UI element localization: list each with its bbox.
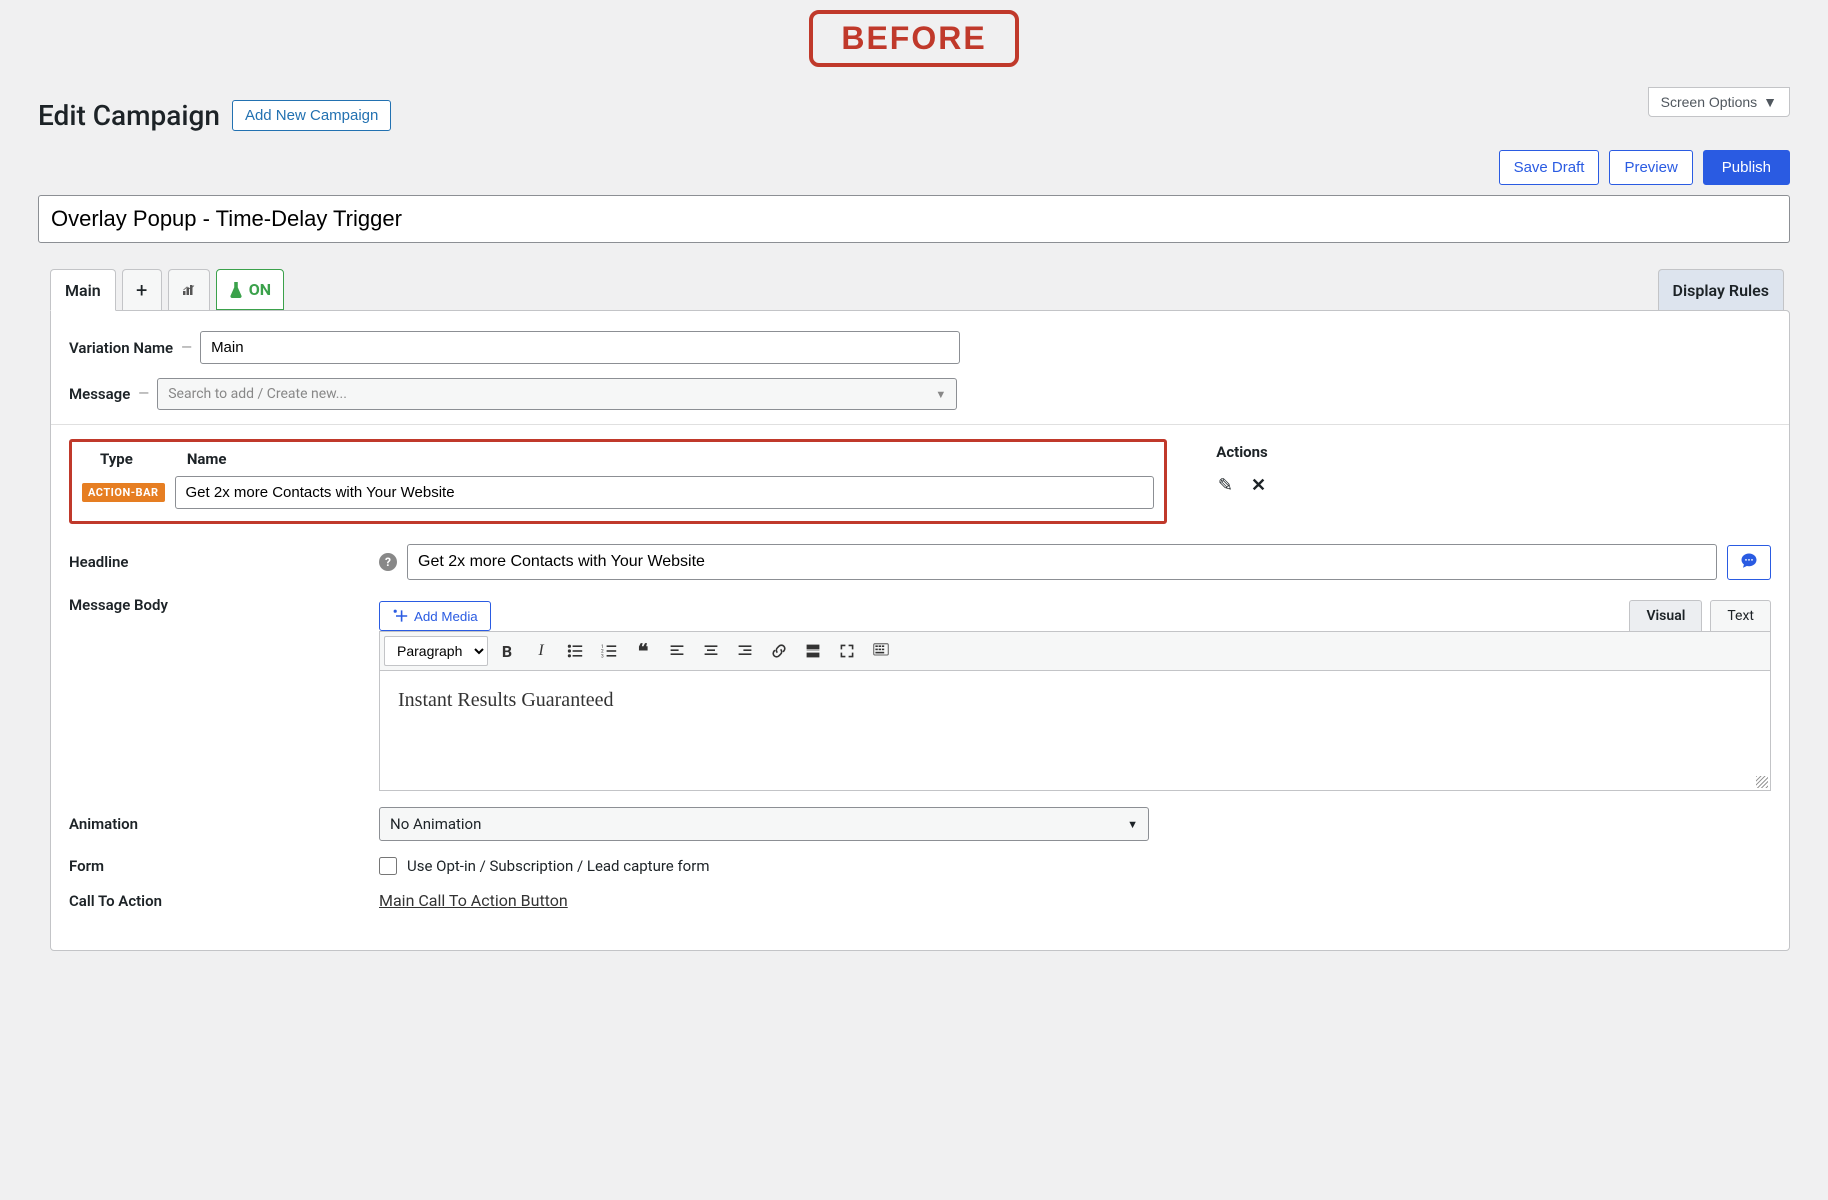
editor-text: Instant Results Guaranteed — [398, 689, 614, 711]
fullscreen-icon — [839, 643, 855, 659]
dash-separator: — — [138, 386, 149, 402]
edit-icon[interactable]: ✎ — [1218, 475, 1233, 496]
message-placeholder: Search to add / Create new... — [168, 386, 347, 402]
toolbar-toggle-icon — [872, 643, 890, 659]
save-draft-button[interactable]: Save Draft — [1499, 150, 1600, 185]
editor-tab-visual[interactable]: Visual — [1629, 600, 1702, 631]
tab-add-variation[interactable]: + — [122, 269, 162, 310]
action-bar-badge: ACTION-BAR — [82, 483, 165, 502]
tab-ab-testing[interactable]: ON — [216, 269, 284, 310]
publish-button[interactable]: Publish — [1703, 150, 1790, 185]
svg-text:3: 3 — [601, 653, 604, 659]
preview-button[interactable]: Preview — [1609, 150, 1692, 185]
link-icon — [771, 643, 787, 659]
tab-main[interactable]: Main — [50, 269, 116, 311]
cta-link[interactable]: Main Call To Action Button — [379, 891, 1771, 910]
italic-button[interactable]: I — [526, 636, 556, 666]
chat-bubble-button[interactable] — [1727, 545, 1771, 580]
ab-toggle-label: ON — [249, 280, 271, 299]
message-search-select[interactable]: Search to add / Create new... ▼ — [157, 378, 957, 410]
link-button[interactable] — [764, 636, 794, 666]
actions-column-heading: Actions — [1197, 443, 1287, 461]
optin-checkbox-label: Use Opt-in / Subscription / Lead capture… — [407, 857, 709, 875]
editor-content-area[interactable]: Instant Results Guaranteed — [379, 671, 1771, 791]
bullet-list-icon — [567, 643, 583, 659]
tab-display-rules[interactable]: Display Rules — [1658, 269, 1784, 310]
content-panel: Variation Name — Message — Search to add… — [50, 310, 1790, 951]
screen-options-label: Screen Options — [1661, 94, 1758, 110]
animation-label: Animation — [69, 815, 369, 833]
numbered-list-button[interactable]: 123 — [594, 636, 624, 666]
fullscreen-button[interactable] — [832, 636, 862, 666]
align-left-icon — [669, 643, 685, 659]
headline-input[interactable] — [407, 544, 1717, 580]
tab-analytics[interactable] — [168, 269, 210, 310]
add-new-campaign-button[interactable]: Add New Campaign — [232, 100, 391, 131]
align-left-button[interactable] — [662, 636, 692, 666]
message-name-input[interactable] — [175, 476, 1154, 509]
page-title: Edit Campaign — [38, 99, 220, 132]
bold-button[interactable]: B — [492, 636, 522, 666]
flask-icon — [229, 282, 243, 298]
animation-select[interactable]: No Animation ▼ — [379, 807, 1149, 841]
resize-grip-icon[interactable] — [1756, 776, 1768, 788]
before-stamp: BEFORE — [809, 10, 1018, 67]
align-center-icon — [703, 643, 719, 659]
help-icon[interactable]: ? — [379, 553, 397, 571]
caret-down-icon: ▼ — [1127, 818, 1138, 831]
delete-icon[interactable]: ✕ — [1251, 475, 1266, 496]
animation-value: No Animation — [390, 815, 481, 833]
chat-bubble-icon — [1740, 552, 1758, 570]
add-media-label: Add Media — [414, 609, 478, 624]
campaign-title-input[interactable] — [38, 195, 1790, 243]
form-label: Form — [69, 857, 369, 875]
editor-toolbar: Paragraph B I 123 ❝ — [379, 631, 1771, 671]
cta-label: Call To Action — [69, 892, 369, 910]
message-label: Message — [69, 385, 130, 403]
optin-checkbox[interactable] — [379, 857, 397, 875]
screen-options-button[interactable]: Screen Options ▼ — [1648, 87, 1790, 117]
dash-separator: — — [181, 340, 192, 356]
toolbar-toggle-button[interactable] — [866, 636, 896, 666]
align-center-button[interactable] — [696, 636, 726, 666]
name-column-heading: Name — [187, 450, 227, 468]
variation-name-label: Variation Name — [69, 339, 173, 357]
plus-icon: + — [136, 278, 147, 302]
stamp-banner: BEFORE — [0, 0, 1828, 81]
caret-down-icon: ▼ — [1763, 94, 1777, 110]
read-more-icon — [805, 643, 821, 659]
message-body-label: Message Body — [69, 596, 369, 614]
media-icon — [392, 608, 408, 624]
caret-down-icon: ▼ — [935, 388, 946, 401]
chart-icon — [183, 281, 195, 299]
align-right-button[interactable] — [730, 636, 760, 666]
bullet-list-button[interactable] — [560, 636, 590, 666]
headline-label: Headline — [69, 553, 369, 571]
add-media-button[interactable]: Add Media — [379, 601, 491, 631]
variation-name-input[interactable] — [200, 331, 960, 364]
message-item-highlight: Type Name ACTION-BAR — [69, 439, 1167, 524]
editor-tab-text[interactable]: Text — [1710, 600, 1771, 631]
format-select[interactable]: Paragraph — [384, 636, 488, 666]
numbered-list-icon: 123 — [601, 643, 617, 659]
read-more-button[interactable] — [798, 636, 828, 666]
align-right-icon — [737, 643, 753, 659]
type-column-heading: Type — [100, 450, 133, 468]
blockquote-button[interactable]: ❝ — [628, 636, 658, 666]
